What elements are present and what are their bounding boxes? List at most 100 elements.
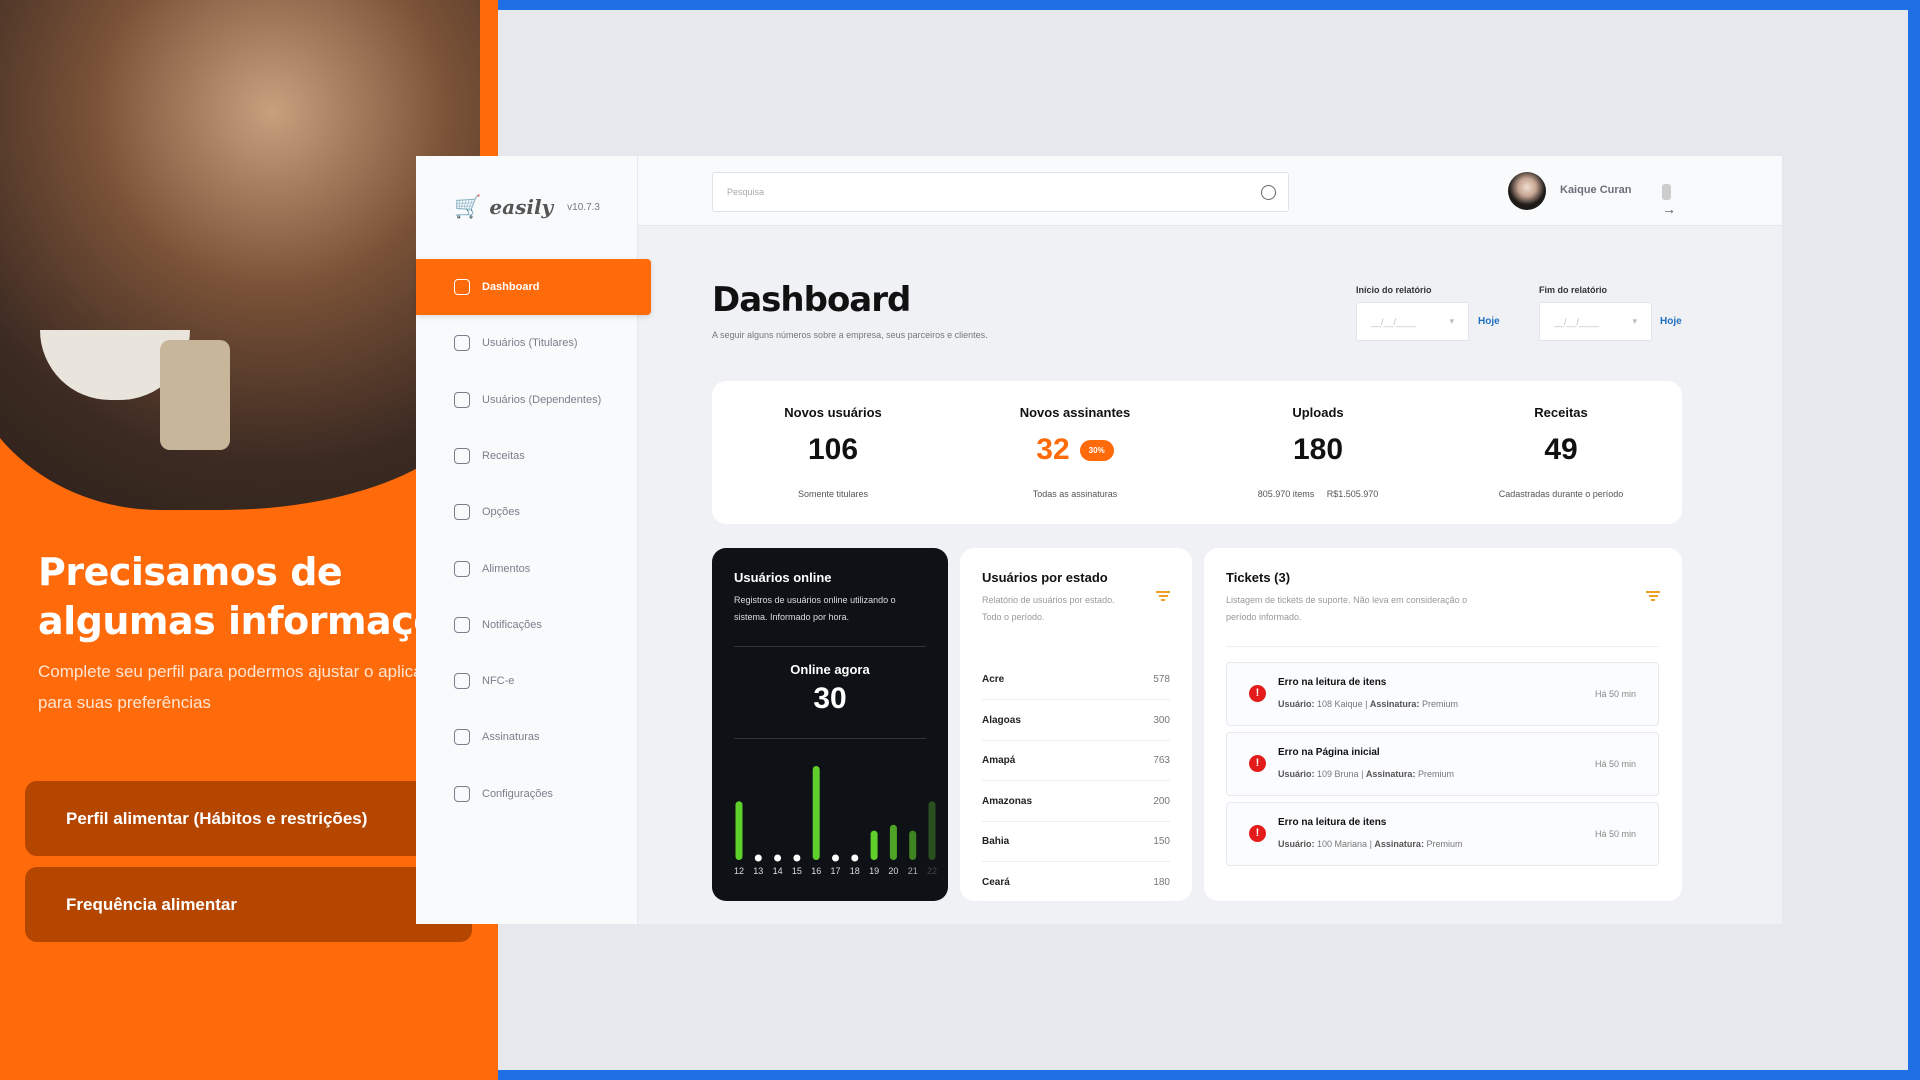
end-date-input[interactable]: __/__/____ ▾: [1539, 302, 1652, 341]
food-icon: [454, 560, 470, 577]
user-icon: [454, 335, 470, 352]
logout-icon[interactable]: →: [1662, 182, 1682, 217]
logo[interactable]: 🛒 easily v10.7.3: [454, 194, 600, 220]
bar-22: [928, 801, 936, 860]
users-by-state-card: Usuários por estado Relatório de usuário…: [960, 548, 1192, 903]
stat-uploads: Uploads 180 805.970 items R$1.505.970: [1257, 405, 1379, 499]
food-frequency-button[interactable]: Frequência alimentar: [25, 867, 472, 942]
sidebar-item-receitas[interactable]: Receitas: [416, 428, 651, 484]
start-date-label: Início do relatório: [1356, 285, 1432, 295]
sidebar-item-alimentos[interactable]: Alimentos: [416, 541, 651, 597]
search-input[interactable]: Pesquisa: [712, 172, 1289, 212]
options-icon: [454, 504, 470, 521]
card-title: Usuários por estado: [982, 570, 1108, 585]
photo-jar: [160, 340, 230, 450]
x-tick-label: 19: [869, 866, 879, 876]
sidebar-item-label: Usuários (Dependentes): [482, 393, 602, 406]
stat-new-subscribers: Novos assinantes 32 30% Todas as assinatura…: [1019, 405, 1131, 499]
user-name[interactable]: Kaique Curan: [1560, 184, 1632, 196]
state-count: 150: [1153, 836, 1170, 847]
food-profile-button[interactable]: Perfil alimentar (Hábitos e restrições): [25, 781, 472, 856]
ticket-icon: [454, 673, 470, 690]
sidebar-item-label: NFC-e: [482, 675, 515, 688]
avatar[interactable]: [1508, 172, 1546, 210]
dropdown-arrow-icon: ▾: [1632, 316, 1637, 326]
point-17: [832, 854, 839, 862]
ticket-time: Há 50 min: [1594, 829, 1636, 839]
state-count: 300: [1153, 714, 1170, 726]
users-icon: [454, 391, 470, 408]
state-row[interactable]: Amapá 763: [982, 741, 1170, 781]
frame-border: [1908, 0, 1920, 1080]
ticket-meta: Usuário: 108 Kaique | Assinatura: Premiu…: [1278, 699, 1458, 709]
state-row[interactable]: Ceará 180: [982, 863, 1170, 903]
recipe-icon: [454, 447, 470, 464]
ticket-meta: Usuário: 100 Mariana | Assinatura: Premi…: [1278, 839, 1463, 849]
sidebar-item-assinaturas[interactable]: Assinaturas: [416, 709, 651, 765]
state-row[interactable]: Bahia 150: [982, 822, 1170, 862]
online-users-card: Usuários online Registros de usuários on…: [712, 548, 948, 901]
state-name: Ceará: [982, 876, 1010, 888]
error-icon: !: [1249, 755, 1266, 772]
bell-icon: [454, 616, 470, 633]
error-icon: !: [1249, 685, 1266, 702]
sidebar-item-notifica-es[interactable]: Notificações: [416, 597, 651, 653]
sidebar-item-configura-es[interactable]: Configurações: [416, 766, 651, 822]
ticket-time: Há 50 min: [1594, 689, 1636, 699]
x-tick-label: 17: [830, 866, 840, 876]
point-14: [774, 854, 782, 862]
page-title: Dashboard: [712, 280, 911, 320]
cart-icon: 🛒: [454, 194, 482, 219]
bar-21: [909, 830, 917, 860]
sidebar-item-usu-rios-titulares-[interactable]: Usuários (Titulares): [416, 315, 651, 371]
sidebar-item-label: Notificações: [482, 618, 542, 631]
state-row[interactable]: Amazonas 200: [982, 782, 1170, 822]
card-title: Tickets (3): [1226, 570, 1291, 585]
x-tick-label: 14: [773, 866, 783, 876]
ticket-title: Erro na leitura de itens: [1278, 677, 1387, 688]
dashboard-window: 🛒 easily v10.7.3 Dashboard Usuários (Titu…: [416, 156, 1782, 924]
filter-icon[interactable]: [1156, 591, 1170, 601]
sidebar-item-op-es[interactable]: Opções: [416, 484, 651, 540]
search-icon[interactable]: [1261, 185, 1276, 200]
state-row[interactable]: Alagoas 300: [982, 701, 1170, 741]
state-count: 578: [1153, 674, 1170, 685]
ticket-item[interactable]: ! Erro na Página inicial Usuário: 109 Brun…: [1226, 732, 1659, 796]
ticket-title: Erro na Página inicial: [1278, 747, 1380, 758]
state-count: 200: [1153, 795, 1170, 807]
sidebar: 🛒 easily v10.7.3 Dashboard Usuários (Titu…: [416, 156, 651, 924]
state-name: Amazonas: [982, 795, 1033, 807]
state-count: 180: [1153, 876, 1170, 888]
end-today-link[interactable]: Hoje: [1660, 316, 1682, 327]
start-today-link[interactable]: Hoje: [1478, 316, 1500, 327]
error-icon: !: [1249, 825, 1266, 842]
sidebar-item-usu-rios-dependentes-[interactable]: Usuários (Dependentes): [416, 372, 651, 428]
x-tick-label: 22: [927, 866, 937, 876]
stat-recipes: Receitas 49 Cadastradas durante o período: [1498, 405, 1624, 499]
ticket-meta: Usuário: 109 Bruna | Assinatura: Premium: [1278, 769, 1454, 779]
state-name: Bahia: [982, 836, 1010, 847]
ticket-item[interactable]: ! Erro na leitura de itens Usuário: 100 Ma…: [1226, 802, 1659, 866]
bar-20: [889, 824, 897, 860]
bar-19: [870, 830, 878, 860]
tickets-card: Tickets (3) Listagem de tickets de supor…: [1204, 548, 1682, 901]
end-date-label: Fim do relatório: [1539, 285, 1608, 295]
state-row[interactable]: Acre 578: [982, 660, 1170, 700]
sidebar-item-label: Assinaturas: [482, 731, 540, 744]
x-tick-label: 21: [908, 866, 918, 876]
sidebar-item-label: Opções: [482, 506, 520, 519]
dropdown-arrow-icon: ▾: [1449, 316, 1454, 326]
sidebar-item-label: Usuários (Titulares): [482, 337, 578, 350]
state-name: Acre: [982, 674, 1005, 685]
version-label: v10.7.3: [567, 201, 600, 213]
sidebar-item-dashboard[interactable]: Dashboard: [416, 259, 651, 315]
start-date-input[interactable]: __/__/____ ▾: [1356, 302, 1469, 341]
ticket-item[interactable]: ! Erro na leitura de itens Usuário: 108 Ka…: [1226, 662, 1659, 726]
filter-icon[interactable]: [1646, 591, 1660, 601]
crown-icon: [454, 729, 470, 746]
card-description: Relatório de usuários por estado. Todo o…: [982, 595, 1115, 622]
logo-text: easily: [489, 195, 554, 219]
sidebar-item-nfc-e[interactable]: NFC-e: [416, 653, 651, 709]
ticket-title: Erro na leitura de itens: [1278, 817, 1387, 828]
state-count: 763: [1153, 755, 1170, 766]
